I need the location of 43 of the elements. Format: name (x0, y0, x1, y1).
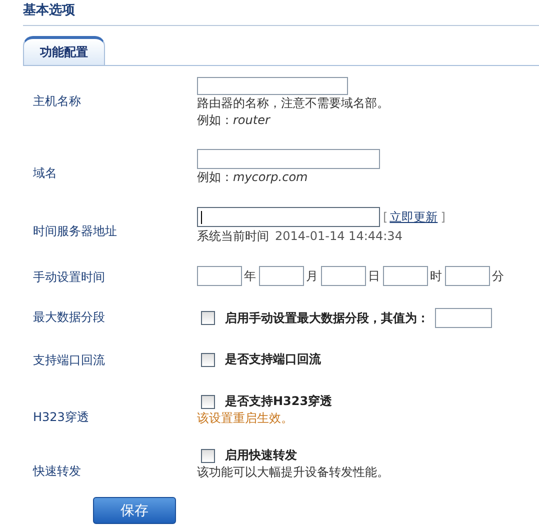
example-text: 例如：router (197, 112, 270, 129)
field-label: 时间服务器地址 (32, 223, 118, 240)
text-input[interactable] (197, 77, 348, 95)
unit-label: 月 (306, 268, 318, 284)
hint-text: 路由器的名称，注意不需要域名部。 (197, 95, 389, 112)
field-label: 主机名称 (32, 93, 82, 110)
checkbox-label: 启用快速转发 (225, 447, 297, 464)
text-input[interactable] (197, 149, 380, 169)
checkbox[interactable] (201, 394, 215, 408)
checkbox-label: 是否支持端口回流 (225, 351, 321, 368)
field-label: 手动设置时间 (32, 269, 106, 286)
checkbox[interactable] (201, 352, 215, 366)
checkbox-label: 是否支持H323穿透 (225, 393, 332, 410)
text-input[interactable] (197, 207, 380, 227)
bracket: [ (383, 210, 388, 224)
unit-label: 时 (430, 268, 442, 284)
tab[interactable]: 功能配置 (23, 36, 105, 65)
checkbox-label: 启用手动设置最大数据分段，其值为： (225, 310, 429, 326)
unit-label: 日 (368, 268, 380, 284)
field-label: 域名 (32, 165, 58, 182)
update-link[interactable]: 立即更新 (390, 208, 438, 226)
field-label: 支持端口回流 (32, 352, 106, 369)
field-label: 最大数据分段 (32, 309, 106, 326)
example-text: 例如：mycorp.com (197, 169, 308, 186)
note-text: 该功能可以大幅提升设备转发性能。 (197, 464, 389, 481)
note-text: 该设置重启生效。 (197, 410, 293, 427)
time-input[interactable] (321, 266, 366, 286)
time-input[interactable] (197, 266, 242, 286)
bracket: ] (440, 210, 446, 224)
checkbox[interactable] (201, 448, 215, 462)
status-value: 2014-01-14 14:44:34 (275, 228, 402, 245)
status-label: 系统当前时间 (197, 228, 269, 245)
page-title: 基本选项 (22, 2, 76, 20)
save-button[interactable]: 保存 (93, 497, 176, 524)
unit-label: 分 (492, 268, 504, 284)
checkbox[interactable] (201, 311, 215, 325)
field-label: H323穿透 (32, 409, 90, 426)
value-input[interactable] (435, 308, 492, 328)
time-input[interactable] (383, 266, 428, 286)
field-label: 快速转发 (32, 463, 82, 480)
time-input[interactable] (445, 266, 490, 286)
unit-label: 年 (244, 268, 256, 284)
time-input[interactable] (259, 266, 304, 286)
